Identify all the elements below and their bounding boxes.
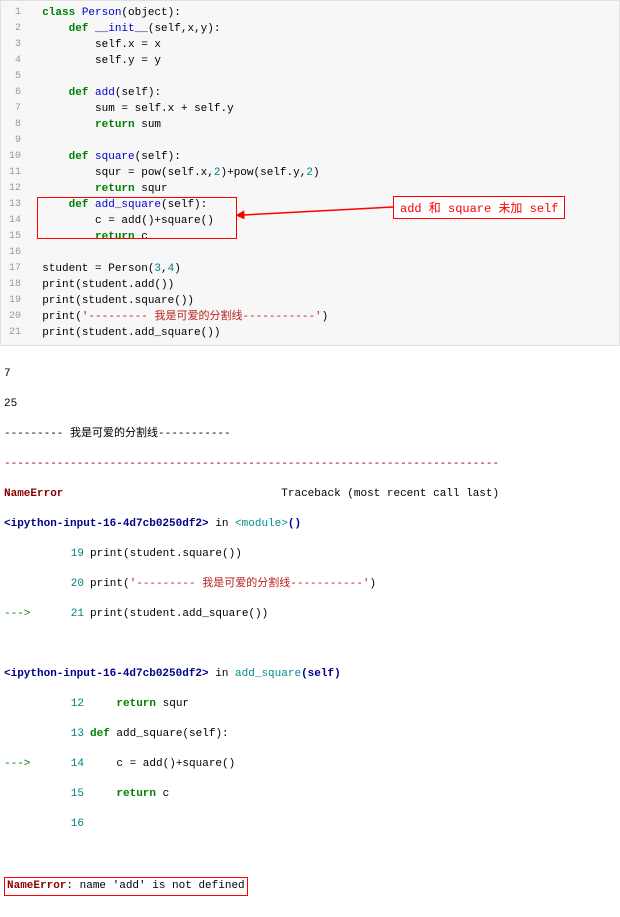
code-line: 4 self.y = y: [1, 53, 619, 69]
traceback-line: 20print('--------- 我是可爱的分割线-----------'): [4, 577, 616, 592]
annotation-label: add 和 square 未加 self: [393, 196, 565, 219]
code-line: 20 print('--------- 我是可爱的分割线-----------'…: [1, 309, 619, 325]
code-line: 11 squr = pow(self.x,2)+pow(self.y,2): [1, 165, 619, 181]
traceback-line: 12 return squr: [4, 697, 616, 712]
output-value: 25: [4, 397, 616, 412]
code-line: 10 def square(self):: [1, 149, 619, 165]
output-panel: 7 25 --------- 我是可爱的分割线----------- -----…: [0, 346, 620, 917]
code-editor: 1 class Person(object): 2 def __init__(s…: [0, 0, 620, 346]
separator: ----------------------------------------…: [4, 457, 616, 472]
code-line: 19 print(student.square()): [1, 293, 619, 309]
code-line: 17 student = Person(3,4): [1, 261, 619, 277]
traceback-line: 19print(student.square()): [4, 547, 616, 562]
traceback-loc: <ipython-input-16-4d7cb0250df2> in add_s…: [4, 667, 616, 682]
code-line: 1 class Person(object):: [1, 5, 619, 21]
code-line: 7 sum = self.x + self.y: [1, 101, 619, 117]
code-line: 12 return squr: [1, 181, 619, 197]
code-line: 3 self.x = x: [1, 37, 619, 53]
code-line: 21 print(student.add_square()): [1, 325, 619, 341]
code-line: 16: [1, 245, 619, 261]
code-line: 6 def add(self):: [1, 85, 619, 101]
code-line: 9: [1, 133, 619, 149]
output-value: --------- 我是可爱的分割线-----------: [4, 427, 616, 442]
code-line: 18 print(student.add()): [1, 277, 619, 293]
error-final: NameError: name 'add' is not defined: [4, 877, 616, 896]
traceback-line: 13def add_square(self):: [4, 727, 616, 742]
code-line: 5: [1, 69, 619, 85]
output-value: 7: [4, 367, 616, 382]
highlight-box-code: [37, 197, 237, 239]
code-line: 8 return sum: [1, 117, 619, 133]
code-line: 2 def __init__(self,x,y):: [1, 21, 619, 37]
traceback-arrow-line: ---> 21print(student.add_square()): [4, 607, 616, 622]
traceback-loc: <ipython-input-16-4d7cb0250df2> in <modu…: [4, 517, 616, 532]
traceback-line: 15 return c: [4, 787, 616, 802]
traceback-arrow-line: ---> 14 c = add()+square(): [4, 757, 616, 772]
traceback-line: 16: [4, 817, 616, 832]
